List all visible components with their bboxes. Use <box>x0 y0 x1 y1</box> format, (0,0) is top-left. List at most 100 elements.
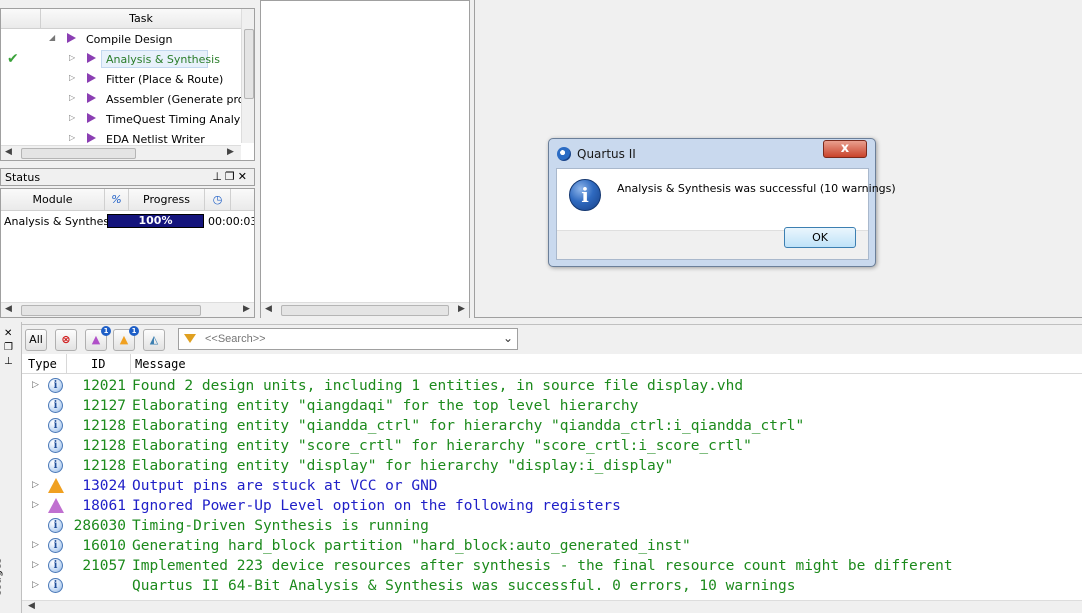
message-row[interactable]: i 12128 Elaborating entity "display" for h… <box>22 456 1082 476</box>
message-row[interactable]: i 12128 Elaborating entity "score_crtl" fo… <box>22 436 1082 456</box>
float-icon[interactable]: ❐ <box>225 170 238 183</box>
task-row-fitter[interactable]: ▷ Fitter (Place & Route) <box>1 69 241 89</box>
filter-all-button[interactable]: All <box>25 329 47 351</box>
warning-icon: ▲ <box>119 333 129 346</box>
filter-errors-button[interactable]: ⊗ <box>55 329 77 351</box>
scroll-right-icon[interactable]: ▶ <box>227 147 234 157</box>
message-column-header[interactable]: Message <box>135 357 186 371</box>
checkmark-icon: ✔ <box>7 51 19 67</box>
scroll-right-icon[interactable]: ▶ <box>458 304 465 314</box>
expand-arrow-icon[interactable]: ▷ <box>69 93 75 102</box>
message-row[interactable]: ▷ i 21057 Implemented 223 device resources … <box>22 556 1082 576</box>
message-row[interactable]: ▷ 13024 Output pins are stuck at VCC or GN… <box>22 476 1082 496</box>
scrollbar-thumb[interactable] <box>21 305 201 316</box>
message-row[interactable]: i 286030 Timing-Driven Synthesis is runnin… <box>22 516 1082 536</box>
scroll-left-icon[interactable]: ◀ <box>265 304 272 314</box>
ok-button[interactable]: OK <box>784 227 856 248</box>
run-icon[interactable] <box>87 113 96 123</box>
task-row-assembler[interactable]: ▷ Assembler (Generate progra <box>1 89 254 109</box>
task-row-eda-netlist[interactable]: ▷ EDA Netlist Writer <box>1 129 241 143</box>
messages-tab-label[interactable]: ssages <box>0 558 3 596</box>
task-label: Analysis & Synthesis <box>106 53 220 66</box>
task-column-header[interactable]: Task <box>41 12 241 25</box>
expand-arrow-icon[interactable]: ▷ <box>69 133 75 142</box>
expand-arrow-icon[interactable]: ▷ <box>32 500 39 510</box>
message-text: Generating hard_block partition "hard_bl… <box>132 538 691 554</box>
expand-arrow-icon[interactable]: ▷ <box>69 53 75 62</box>
dialog-title: Quartus II <box>577 147 636 161</box>
module-column-header[interactable]: Module <box>1 189 105 211</box>
status-panel-titlebar: Status ⊥❐✕ <box>0 168 255 186</box>
message-search[interactable]: ⌄ <box>178 328 518 350</box>
scrollbar-thumb[interactable] <box>281 305 449 316</box>
quartus-dialog: Quartus II x i Analysis & Synthesis was … <box>548 138 896 267</box>
message-row[interactable]: ▷ 18061 Ignored Power-Up Level option on t… <box>22 496 1082 516</box>
float-icon[interactable]: ❐ <box>4 342 13 353</box>
message-row[interactable]: ▷ i 12021 Found 2 design units, including 1… <box>22 376 1082 396</box>
error-icon: ⊗ <box>61 333 71 346</box>
run-icon[interactable] <box>87 73 96 83</box>
pin-icon[interactable]: ⊥ <box>4 356 13 367</box>
progress-column-header[interactable]: Progress <box>129 189 205 211</box>
message-id: 16010 <box>82 538 126 554</box>
percent-column-header[interactable]: % <box>105 189 129 211</box>
scrollbar-thumb[interactable] <box>244 29 254 99</box>
filter-critical-button[interactable]: ▲ 1 <box>85 326 111 351</box>
column-separator <box>130 354 131 374</box>
dialog-close-button[interactable]: x <box>823 140 867 158</box>
search-input[interactable] <box>205 331 495 347</box>
close-icon[interactable]: ✕ <box>4 328 12 339</box>
id-column-header[interactable]: ID <box>91 357 105 371</box>
scrollbar-thumb[interactable] <box>21 148 136 159</box>
pin-icon[interactable]: ⊥ <box>212 170 225 183</box>
message-id: 12128 <box>82 418 126 434</box>
collapse-arrow-icon[interactable]: ◢ <box>49 33 55 42</box>
scroll-left-icon[interactable]: ◀ <box>28 601 35 611</box>
message-row[interactable]: i 12127 Elaborating entity "qiangdaqi" for… <box>22 396 1082 416</box>
message-id: 12127 <box>82 398 126 414</box>
task-status-column-header <box>1 9 41 29</box>
type-column-header[interactable]: Type <box>28 357 57 371</box>
expand-arrow-icon[interactable]: ▷ <box>69 113 75 122</box>
task-vertical-scrollbar[interactable] <box>241 9 254 143</box>
message-row[interactable]: i 12128 Elaborating entity "qiandda_ctrl" … <box>22 416 1082 436</box>
messages-horizontal-scrollbar[interactable]: ◀ <box>22 600 1082 613</box>
close-icon[interactable]: ✕ <box>238 170 250 183</box>
expand-arrow-icon[interactable]: ▷ <box>32 560 39 570</box>
task-row-analysis-synthesis[interactable]: ✔ ▷ Analysis & Synthesis <box>1 49 241 69</box>
scroll-left-icon[interactable]: ◀ <box>5 304 12 314</box>
status-horizontal-scrollbar[interactable]: ◀ ▶ <box>1 302 254 317</box>
task-row-timequest[interactable]: ▷ TimeQuest Timing Analysis <box>1 109 254 129</box>
status-row[interactable]: Analysis & Synthesis 100% 00:00:03 <box>1 211 254 231</box>
expand-arrow-icon[interactable]: ▷ <box>32 380 39 390</box>
column-separator <box>66 354 67 374</box>
chevron-down-icon[interactable]: ⌄ <box>503 331 513 345</box>
message-row[interactable]: ▷ i Quartus II 64-Bit Analysis & Synthesis… <box>22 576 1082 596</box>
scroll-left-icon[interactable]: ◀ <box>5 147 12 157</box>
run-icon[interactable] <box>87 93 96 103</box>
critical-count-badge: 1 <box>101 326 111 336</box>
expand-arrow-icon[interactable]: ▷ <box>32 540 39 550</box>
progress-bar: 100% <box>107 214 204 228</box>
dialog-titlebar[interactable]: Quartus II x <box>549 139 875 167</box>
message-text: Output pins are stuck at VCC or GND <box>132 478 438 494</box>
run-icon[interactable] <box>67 33 76 43</box>
expand-arrow-icon[interactable]: ▷ <box>32 580 39 590</box>
progress-text: 100% <box>138 214 173 227</box>
task-label: Fitter (Place & Route) <box>106 73 224 86</box>
task-row-compile-design[interactable]: ◢ Compile Design <box>1 29 241 49</box>
message-row[interactable]: ▷ i 16010 Generating hard_block partition "… <box>22 536 1082 556</box>
scroll-right-icon[interactable]: ▶ <box>243 304 250 314</box>
message-id: 21057 <box>82 558 126 574</box>
message-text: Elaborating entity "display" for hierarc… <box>132 458 674 474</box>
run-icon[interactable] <box>87 133 96 143</box>
filter-warnings-button[interactable]: ▲ 1 <box>113 326 139 351</box>
task-horizontal-scrollbar[interactable]: ◀ ▶ <box>1 145 241 160</box>
middle-horizontal-scrollbar[interactable]: ◀ ▶ <box>261 302 469 318</box>
expand-arrow-icon[interactable]: ▷ <box>32 480 39 490</box>
messages-side-strip: ✕ ❐ ⊥ ssages <box>0 322 22 613</box>
run-icon[interactable] <box>87 53 96 63</box>
filter-suppressed-button[interactable]: ◭ <box>143 329 165 351</box>
expand-arrow-icon[interactable]: ▷ <box>69 73 75 82</box>
clock-icon[interactable]: ◷ <box>205 189 231 211</box>
